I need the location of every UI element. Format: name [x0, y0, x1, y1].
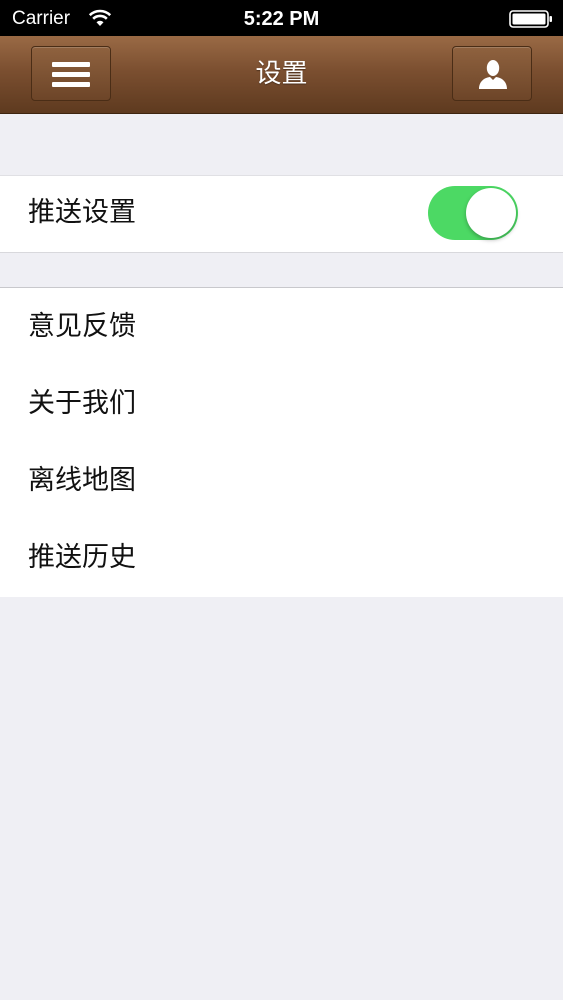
toggle-knob — [466, 188, 516, 238]
list-item-about-us[interactable]: 关于我们 — [0, 365, 563, 442]
profile-icon — [479, 60, 507, 89]
battery-icon — [509, 10, 552, 28]
status-time: 5:22 PM — [243, 8, 320, 30]
push-settings-row: 推送设置 — [0, 176, 563, 252]
list-item-offline-map[interactable]: 离线地图 — [0, 442, 563, 519]
list-item-label: 意见反馈 — [28, 311, 136, 342]
push-settings-group: 推送设置 — [0, 175, 563, 253]
navigation-bar: 设置 — [0, 36, 563, 114]
push-settings-label: 推送设置 — [28, 197, 136, 228]
list-item-push-history[interactable]: 推送历史 — [0, 519, 563, 596]
settings-list: 意见反馈 关于我们 离线地图 推送历史 — [0, 287, 563, 597]
push-settings-toggle[interactable] — [428, 186, 518, 240]
list-item-label: 推送历史 — [28, 542, 136, 573]
list-item-feedback[interactable]: 意见反馈 — [0, 288, 563, 365]
list-item-label: 离线地图 — [28, 465, 136, 496]
profile-button[interactable] — [452, 46, 532, 101]
list-item-label: 关于我们 — [28, 388, 136, 419]
status-bar: Carrier 5:22 PM — [0, 0, 563, 36]
